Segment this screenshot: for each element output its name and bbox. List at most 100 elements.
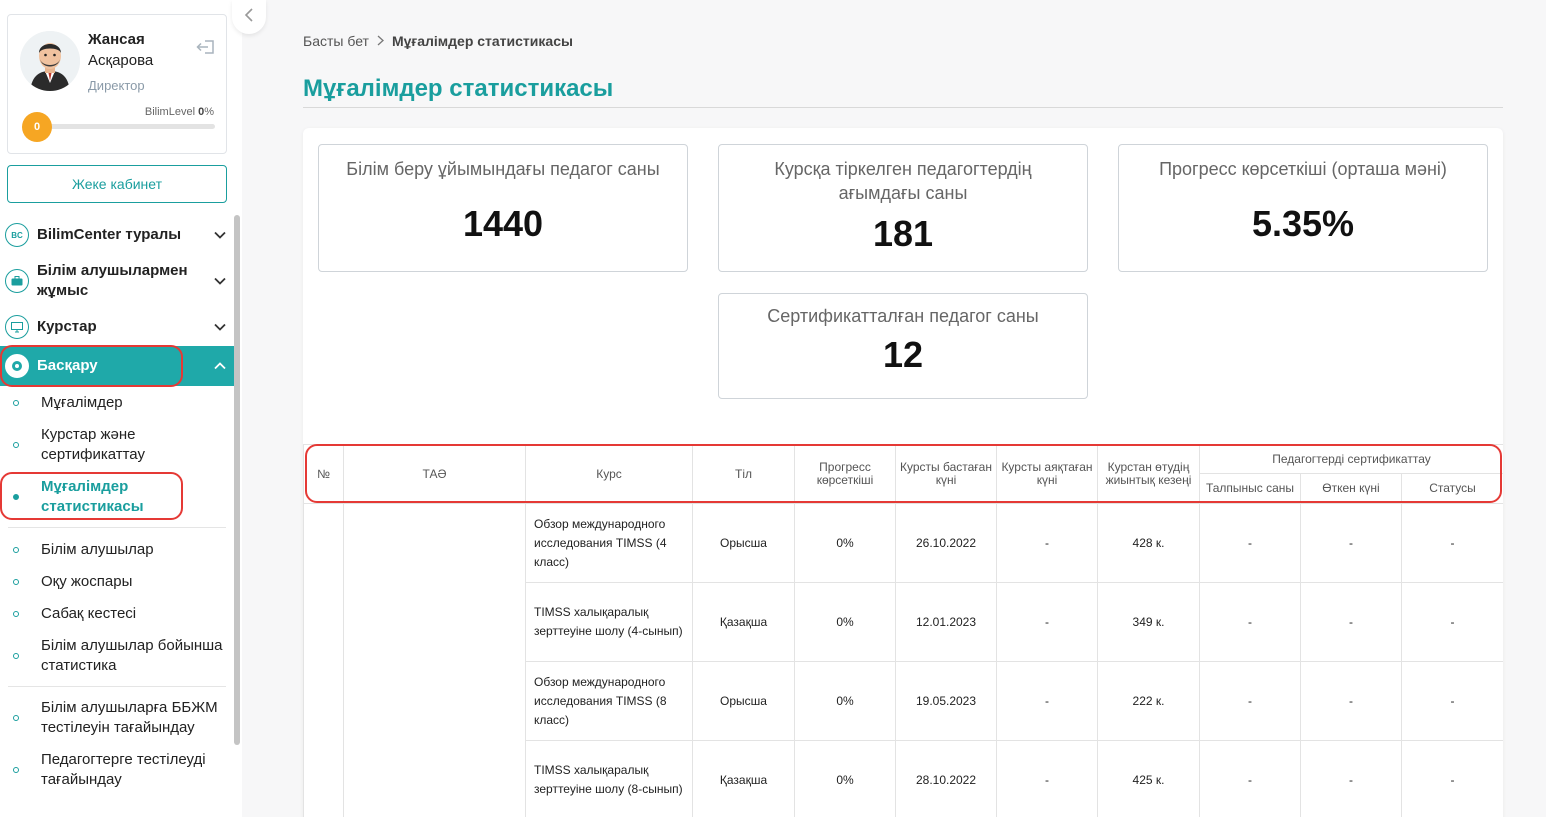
bilimlevel-label: BilimLevel 0% [144,106,214,118]
col-header-progress[interactable]: Прогресс көрсеткіші [794,444,896,504]
submenu-item-students[interactable]: Білім алушылар [0,539,234,561]
chevron-down-icon [210,277,230,285]
submenu-item-teacher-stats[interactable]: Мұғалімдер статистикасы [0,476,234,518]
submenu-item-schedule[interactable]: Сабақ кестесі [0,603,234,625]
statistics-panel: Білім беру ұйымындағы педагог саны 1440 … [303,128,1503,817]
stat-value: 12 [882,334,924,375]
col-header-status[interactable]: Статусы [1400,473,1503,504]
profile-last-name: Асқарова [88,52,154,69]
submenu-item-assign-teacher-test[interactable]: Педагогтерге тестілеуді тағайындау [0,749,234,791]
breadcrumb-home[interactable]: Басты бет [303,33,369,49]
col-header-language[interactable]: Тіл [692,444,795,504]
stat-value: 181 [872,213,934,254]
cell-period: 222 к. [1097,661,1200,741]
menu-label-about: BilimCenter туралы [37,226,182,243]
submenu-item-curriculum[interactable]: Оқу жоспары [0,571,234,593]
cell-attempts: - [1199,661,1301,741]
personal-cabinet-button[interactable]: Жеке кабинет [7,165,227,203]
stat-label: Сертификатталған педагог саны [767,306,1039,326]
bullet-icon [13,579,19,585]
chevron-up-icon [210,362,230,370]
menu-item-students-work[interactable]: Білім алушылармен жұмыс [0,260,234,302]
cell-language: Орысша [692,661,795,741]
cell-end-date: - [996,740,1098,817]
chevron-right-icon [377,33,384,49]
stat-card-enrolled-teachers: Курсқа тіркелген педагогтердің ағымдағы … [718,144,1088,272]
monitor-icon [5,315,29,339]
cell-language: Қазақша [692,740,795,817]
teacher-stats-table: № ТАӘ Курс Тіл Прогресс көрсеткіші Курст… [303,444,1503,817]
cell-period: 349 к. [1097,582,1200,662]
cell-end-date: - [996,503,1098,583]
col-header-course[interactable]: Курс [525,444,693,504]
profile-first-name: Жансая [88,31,145,48]
breadcrumb: Басты бет Мұғалімдер статистикасы [303,33,573,49]
cell-start-date: 19.05.2023 [895,661,997,741]
cell-passed-date: - [1300,582,1402,662]
stat-label: Білім беру ұйымындағы педагог саны [346,159,660,179]
sidebar-collapse-button[interactable] [232,0,266,34]
cell-progress: 0% [794,661,896,741]
cell-status: - [1400,503,1503,583]
col-header-start-date[interactable]: Курсты бастаған күні [895,444,997,504]
bilimlevel-badge: 0 [22,112,52,142]
submenu-item-teachers[interactable]: Мұғалімдер [0,392,234,414]
cell-attempts: - [1199,740,1301,817]
stat-card-teachers-total: Білім беру ұйымындағы педагог саны 1440 [318,144,688,272]
stat-label: Прогресс көрсеткіші (орташа мәні) [1159,159,1447,179]
cell-period: 428 к. [1097,503,1200,583]
cell-course: Обзор международного исследования TIMSS … [525,661,693,741]
cell-course: TIMSS халықаралық зерттеуіне шолу (8-сын… [525,740,693,817]
menu-item-about[interactable]: BC BilimCenter туралы [0,222,234,248]
submenu-item-courses-cert[interactable]: Курстар және сертификаттау [0,424,234,466]
chevron-down-icon [210,231,230,239]
cell-progress: 0% [794,503,896,583]
cell-status: - [1400,740,1503,817]
cell-start-date: 28.10.2022 [895,740,997,817]
cell-start-date: 12.01.2023 [895,582,997,662]
col-header-certification-group: Педагогтерді сертификаттау [1198,444,1503,474]
cell-start-date: 26.10.2022 [895,503,997,583]
cell-course: Обзор международного исследования TIMSS … [525,503,693,583]
col-header-period[interactable]: Курстан өтудің жиынтық кезеңі [1097,444,1200,504]
chevron-down-icon [210,323,230,331]
submenu-item-assign-bbzhm[interactable]: Білім алушыларға ББЖМ тестілеуін тағайын… [0,697,234,739]
cell-language: Қазақша [692,582,795,662]
cell-attempts: - [1199,503,1301,583]
bullet-icon [13,400,19,406]
menu-item-manage[interactable]: Басқару [0,346,234,386]
col-header-end-date[interactable]: Курсты аяқтаған күні [996,444,1098,504]
bullet-icon [13,547,19,553]
cell-num [303,503,344,817]
cell-progress: 0% [794,740,896,817]
divider [8,686,226,687]
bilimlevel-progress-bar [36,124,215,129]
bullet-icon [13,494,19,500]
submenu-item-student-stats[interactable]: Білім алушылар бойынша статистика [0,635,234,677]
col-header-passed-date[interactable]: Өткен күні [1300,473,1402,504]
page-title: Мұғалімдер статистикасы [303,75,614,102]
cell-end-date: - [996,582,1098,662]
avatar [20,31,80,91]
cell-name [343,503,526,817]
profile-role: Директор [88,78,145,93]
stat-label: Курсқа тіркелген педагогтердің ағымдағы … [774,159,1032,203]
col-header-name[interactable]: ТАӘ [343,444,526,504]
sidebar: Жансая Асқарова Директор BilimLevel 0% 0… [0,0,242,817]
cell-language: Орысша [692,503,795,583]
menu-label-courses: Курстар [37,318,97,335]
bullet-icon [13,611,19,617]
table-row: Обзор международного исследования TIMSS … [303,503,1503,817]
col-header-num: № [303,444,344,504]
divider [8,527,226,528]
cell-passed-date: - [1300,661,1402,741]
stat-card-progress-average: Прогресс көрсеткіші (орташа мәні) 5.35% [1118,144,1488,272]
col-header-attempts[interactable]: Талпыныс саны [1199,473,1301,504]
bullet-icon [13,767,19,773]
briefcase-icon [5,269,29,293]
sidebar-scrollbar[interactable] [234,215,240,745]
cell-status: - [1400,582,1503,662]
logout-icon[interactable] [196,39,216,60]
menu-item-courses[interactable]: Курстар [0,314,234,340]
stat-value: 5.35% [1251,203,1355,244]
